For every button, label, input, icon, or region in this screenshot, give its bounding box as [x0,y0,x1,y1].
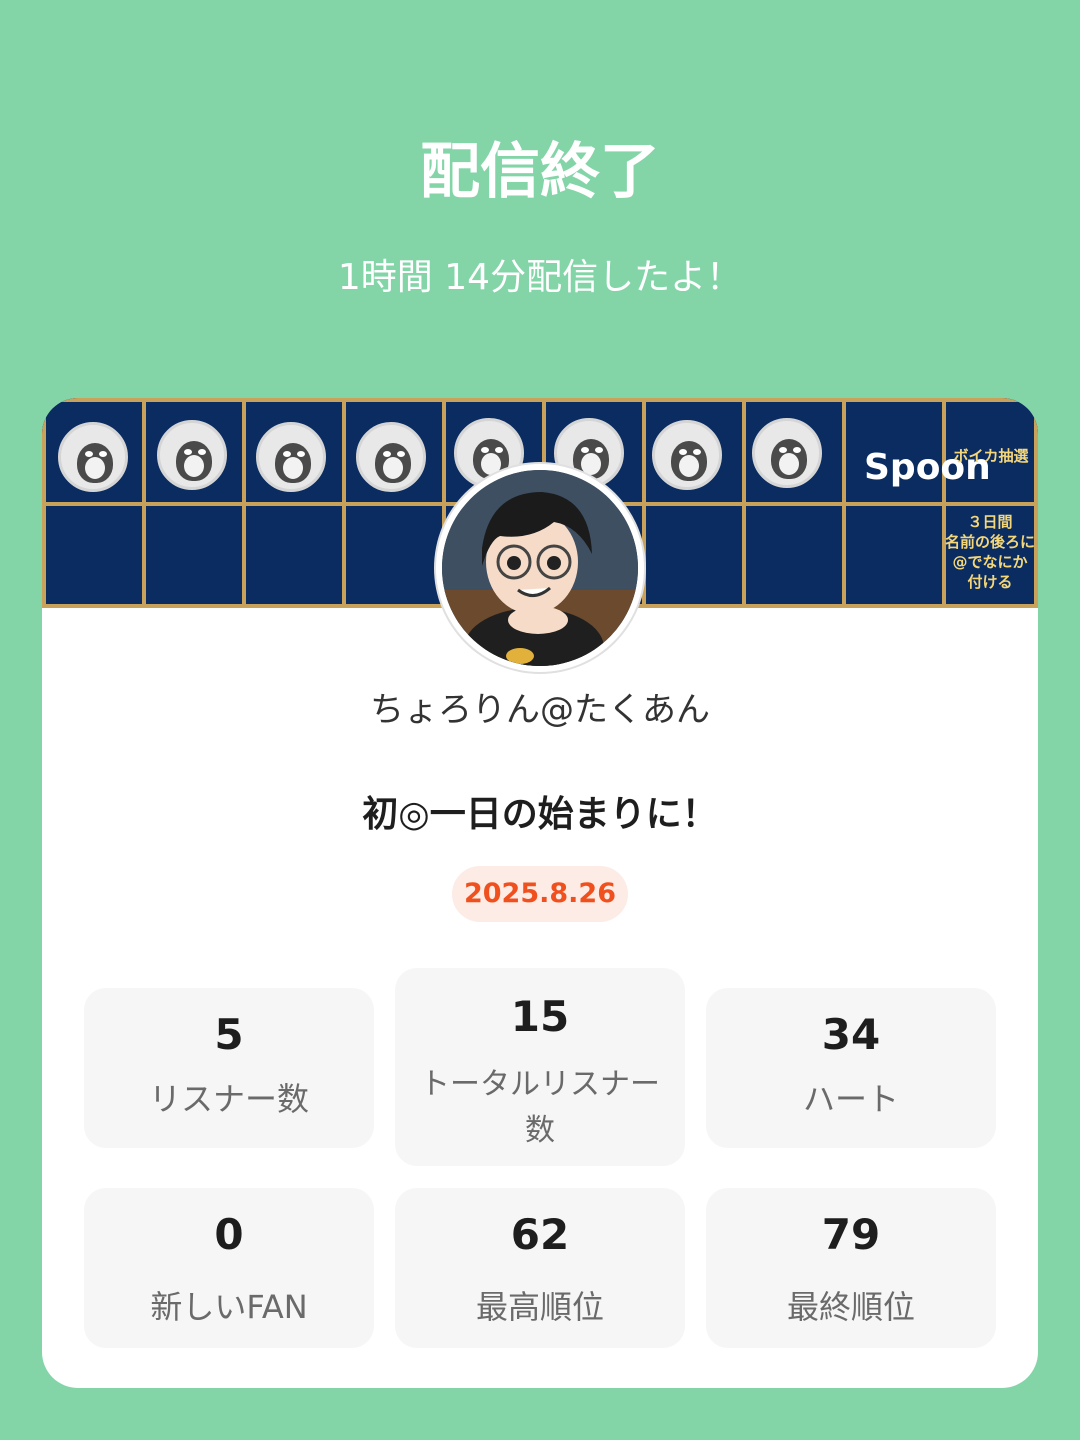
stat-label: 最終順位 [786,1288,915,1326]
banner-cell [142,502,246,608]
stat-label: 最高順位 [475,1288,604,1326]
stat-value: 62 [510,1210,570,1259]
username: ちょろりん@たくあん [370,690,710,730]
stat-value: 34 [821,1010,881,1059]
stat-label: トータルリスナー数 [420,1067,660,1148]
stat-listeners: 5 リスナー数 [84,988,374,1148]
banner-note-bottom: ３日間 名前の後ろに @でなにか 付ける [942,512,1038,592]
header-subtitle: 1時間 14分配信したよ！ [337,257,743,298]
penguin-sticker-icon [356,422,426,492]
stat-label: 新しいFAN [150,1288,308,1326]
header-title: 配信終了 [420,137,660,207]
summary-card: Spoon ボイカ抽選 ３日間 名前の後ろに @でなにか 付ける ちょろりん@た… [42,398,1038,1388]
banner-cell [42,502,146,608]
banner-note-line: ３日間 [967,513,1013,531]
stream-title: 初◎一日の始まりに！ [362,794,718,835]
banner-cell [342,502,446,608]
stat-hearts: 34 ハート [706,988,996,1148]
avatar-illustration [442,470,638,666]
penguin-sticker-icon [58,422,128,492]
stat-new-fans: 0 新しいFAN [84,1188,374,1348]
banner-note-line: @でなにか [952,553,1028,571]
penguin-sticker-icon [652,420,722,490]
avatar-image [442,470,638,666]
banner-note-top: ボイカ抽選 [953,447,1029,465]
banner-cell [242,502,346,608]
penguin-sticker-icon [256,422,326,492]
banner-note-line: 名前の後ろに [944,533,1035,551]
date-badge: 2025.8.26 [452,866,628,922]
stat-value: 79 [821,1210,881,1259]
stat-highest-rank: 62 最高順位 [395,1188,685,1348]
stat-total-listeners: 15 トータルリスナー数 [395,968,685,1166]
banner-note-line: 付ける [967,573,1013,591]
stat-value: 0 [214,1210,244,1259]
banner-cell [742,502,846,608]
stat-value: 15 [510,992,570,1041]
avatar[interactable] [436,464,644,672]
penguin-sticker-icon [157,420,227,490]
stat-final-rank: 79 最終順位 [706,1188,996,1348]
stat-label: ハート [802,1080,899,1118]
stat-value: 5 [214,1010,244,1059]
banner-cell [642,502,746,608]
banner-cell [842,502,946,608]
penguin-sticker-icon [752,418,822,488]
stat-label: リスナー数 [148,1080,309,1118]
